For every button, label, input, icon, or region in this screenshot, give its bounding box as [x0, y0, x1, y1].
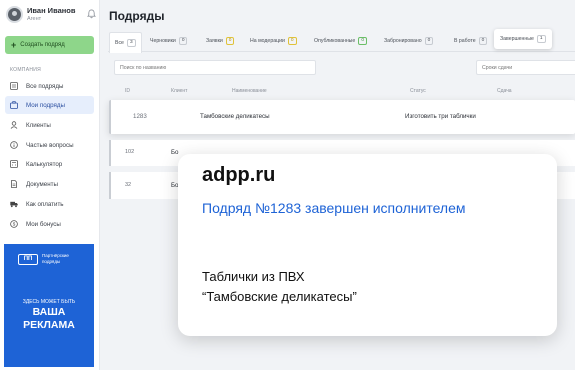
- row-id: 1283: [133, 113, 147, 120]
- tab-label: Все: [115, 40, 124, 46]
- page-title: Подряды: [109, 9, 165, 23]
- notification-card[interactable]: adpp.ru Подряд №1283 завершен исполнител…: [178, 154, 557, 336]
- coin-icon: $: [10, 220, 18, 228]
- tab-count: 0: [178, 37, 188, 45]
- notification-brand: adpp.ru: [202, 164, 276, 186]
- avatar: [6, 6, 23, 23]
- tab-label: Заявки: [206, 38, 223, 44]
- ad-headline-1: ВАША: [32, 306, 66, 318]
- sidebar-item-label: Мои бонусы: [26, 220, 61, 228]
- tab-completed[interactable]: Завершенные 1: [494, 29, 552, 49]
- info-icon: [10, 141, 18, 149]
- list-icon: [10, 82, 18, 90]
- column-header-deadline: Сдача: [497, 88, 512, 94]
- tab-drafts[interactable]: Черновики 0: [150, 37, 188, 45]
- sidebar-item-calculator[interactable]: Калькулятор: [5, 155, 94, 173]
- ad-headline-2: РЕКЛАМА: [23, 319, 75, 331]
- ad-logo: ПП: [18, 254, 38, 265]
- tab-published[interactable]: Опубликованные 0: [314, 37, 367, 45]
- sidebar-item-label: Мои подряды: [26, 101, 65, 109]
- sidebar-item-clients[interactable]: Клиенты: [5, 116, 94, 134]
- sidebar: Иван Иванов Агент + Создать подряд КОМПА…: [0, 0, 100, 370]
- column-header-status: Статус: [410, 88, 426, 94]
- tab-label: Забронировано: [384, 38, 422, 44]
- table-row[interactable]: 1283 Тамбовские деликатесы Изготовить тр…: [109, 100, 575, 134]
- sidebar-item-faq[interactable]: Частые вопросы: [5, 136, 94, 154]
- tab-label: Опубликованные: [314, 38, 356, 44]
- ad-banner[interactable]: ПП Партнёрские подряды ЗДЕСЬ МОЖЕТ БЫТЬ …: [4, 244, 94, 367]
- notification-body-line: Таблички из ПВХ: [202, 269, 305, 284]
- tab-all[interactable]: Все 3: [109, 32, 142, 53]
- ad-subtitle: ЗДЕСЬ МОЖЕТ БЫТЬ: [22, 299, 76, 305]
- tab-count: 0: [287, 37, 297, 45]
- notification-body: Таблички из ПВХ “Тамбовские деликатесы”: [202, 267, 532, 307]
- column-header-name: Наименование: [232, 88, 267, 94]
- status-tabs: Все 3 Черновики 0 Заявки 0 На модерации …: [108, 29, 575, 53]
- bell-icon[interactable]: [87, 9, 96, 19]
- briefcase-icon: [10, 101, 18, 109]
- section-label: КОМПАНИЯ: [10, 67, 42, 73]
- sidebar-item-how-to-pay[interactable]: Как оплатить: [5, 195, 94, 213]
- sidebar-item-label: Калькулятор: [26, 160, 63, 168]
- sidebar-item-label: Документы: [26, 180, 58, 188]
- sidebar-item-documents[interactable]: Документы: [5, 175, 94, 193]
- user-name: Иван Иванов: [27, 6, 76, 15]
- user-icon: [10, 121, 18, 129]
- tab-in-progress[interactable]: В работе 0: [454, 37, 488, 45]
- tab-count: 0: [478, 37, 488, 45]
- tab-count: 1: [536, 35, 546, 43]
- sidebar-item-label: Как оплатить: [26, 200, 64, 208]
- ad-logo-text: Партнёрские подряды: [42, 253, 69, 264]
- sidebar-item-label: Клиенты: [26, 121, 51, 129]
- notification-body-line: “Тамбовские деликатесы”: [202, 289, 357, 304]
- notification-title: Подряд №1283 завершен исполнителем: [202, 200, 466, 216]
- tab-label: На модерации: [250, 38, 285, 44]
- truck-icon: [10, 201, 18, 208]
- tab-requests[interactable]: Заявки 0: [206, 37, 235, 45]
- tab-label: В работе: [454, 38, 476, 44]
- create-contract-label: Создать подряд: [20, 42, 65, 48]
- column-header-client: Клиент: [171, 88, 188, 94]
- sidebar-item-label: Частые вопросы: [26, 141, 74, 149]
- search-input[interactable]: [114, 60, 316, 75]
- sidebar-item-label: Все подряды: [26, 82, 64, 90]
- row-status: Изготовить три таблички: [405, 113, 476, 120]
- tab-label: Черновики: [150, 38, 176, 44]
- calculator-icon: [10, 160, 18, 168]
- sidebar-item-all-contracts[interactable]: Все подряды: [5, 77, 94, 95]
- column-header-id: ID: [125, 88, 130, 94]
- row-client: Бо: [171, 149, 179, 156]
- user-role: Агент: [27, 16, 42, 22]
- plus-icon: +: [11, 40, 17, 50]
- tab-moderation[interactable]: На модерации 0: [250, 37, 297, 45]
- tab-booked[interactable]: Забронировано 0: [384, 37, 434, 45]
- svg-text:$: $: [13, 222, 16, 227]
- create-contract-button[interactable]: + Создать подряд: [5, 36, 94, 54]
- document-icon: [11, 180, 17, 188]
- tab-count: 0: [358, 37, 367, 45]
- tab-label: Завершенные: [500, 36, 534, 42]
- row-client: Тамбовские деликатесы: [200, 113, 270, 120]
- deadline-filter-input[interactable]: [476, 60, 575, 75]
- tab-count: 0: [424, 37, 434, 45]
- tab-count: 3: [126, 39, 136, 47]
- row-id: 32: [125, 182, 132, 188]
- sidebar-item-my-contracts[interactable]: Мои подряды: [5, 96, 94, 114]
- sidebar-item-my-bonuses[interactable]: $ Мои бонусы: [5, 215, 94, 233]
- row-id: 102: [125, 149, 135, 155]
- tab-count: 0: [225, 37, 235, 45]
- user-profile[interactable]: Иван Иванов Агент: [6, 6, 96, 26]
